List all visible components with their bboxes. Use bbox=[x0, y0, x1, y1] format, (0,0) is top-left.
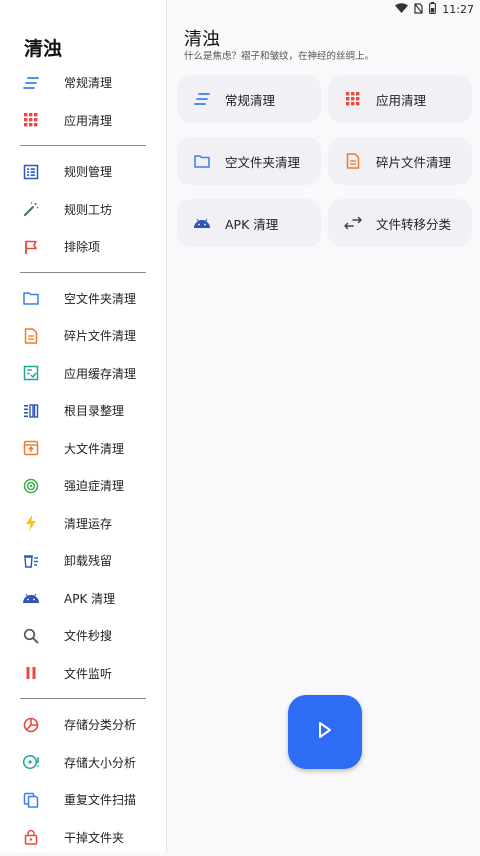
android-icon bbox=[193, 214, 211, 232]
drawer-item-label: 文件秒搜 bbox=[64, 627, 112, 644]
grid-icon bbox=[22, 111, 40, 129]
drawer-item[interactable]: 根目录整理 bbox=[0, 392, 166, 430]
flag-icon bbox=[22, 238, 40, 256]
drawer-item[interactable]: 卸载残留 bbox=[0, 542, 166, 580]
drawer-item-label: 应用清理 bbox=[64, 112, 112, 129]
drawer-item[interactable]: 文件监听 bbox=[0, 655, 166, 693]
search-icon bbox=[22, 627, 40, 645]
card-label: 文件转移分类 bbox=[376, 214, 451, 233]
list-icon bbox=[22, 163, 40, 181]
drawer-item-label: 常规清理 bbox=[64, 74, 112, 91]
drawer-item[interactable]: 碎片文件清理 bbox=[0, 317, 166, 355]
drawer-item[interactable]: 重复文件扫描 bbox=[0, 781, 166, 819]
card-label: APK 清理 bbox=[225, 214, 278, 233]
drawer-item[interactable]: 规则工坊 bbox=[0, 191, 166, 229]
menu-divider bbox=[20, 272, 146, 273]
copy-icon bbox=[22, 791, 40, 809]
menu-divider bbox=[20, 145, 146, 146]
drawer-item[interactable]: 排除项 bbox=[0, 228, 166, 266]
drawer-item[interactable]: 常规清理 bbox=[0, 64, 166, 102]
drawer-item-label: 规则管理 bbox=[64, 163, 112, 180]
drawer-item-label: 根目录整理 bbox=[64, 402, 124, 419]
lines-icon bbox=[193, 90, 211, 108]
bolt-icon bbox=[22, 514, 40, 532]
drawer-item-label: 强迫症清理 bbox=[64, 477, 124, 494]
archive-icon bbox=[22, 439, 40, 457]
drawer-item-label: 存储大小分析 bbox=[64, 754, 136, 771]
card-label: 空文件夹清理 bbox=[225, 152, 300, 171]
page-subtitle: 什么是焦虑？褶子和皱纹，在神经的丝绸上。 bbox=[184, 48, 374, 62]
card-apk-clean[interactable]: APK 清理 bbox=[177, 199, 321, 247]
drawer-item-label: 碎片文件清理 bbox=[64, 327, 136, 344]
drawer-item-label: 存储分类分析 bbox=[64, 716, 136, 733]
drawer-item[interactable]: 空文件夹清理 bbox=[0, 280, 166, 318]
drawer-item[interactable]: 应用缓存清理 bbox=[0, 355, 166, 393]
card-label: 应用清理 bbox=[376, 90, 426, 109]
folder-icon bbox=[22, 289, 40, 307]
drawer-item-label: 干掉文件夹 bbox=[64, 829, 124, 846]
drawer-item[interactable]: 规则管理 bbox=[0, 153, 166, 191]
radar-icon bbox=[22, 477, 40, 495]
drawer-menu: 常规清理应用清理规则管理规则工坊排除项空文件夹清理碎片文件清理应用缓存清理根目录… bbox=[0, 64, 166, 856]
drawer-item[interactable]: 大文件清理 bbox=[0, 430, 166, 468]
drawer-item[interactable]: 存储分类分析 bbox=[0, 706, 166, 744]
drawer-item-label: APK 清理 bbox=[64, 590, 115, 607]
card-label: 碎片文件清理 bbox=[376, 152, 451, 171]
drawer-item[interactable]: 清理运存 bbox=[0, 505, 166, 543]
drawer-item[interactable]: 存储大小分析 bbox=[0, 744, 166, 782]
navigation-drawer: 清浊 常规清理应用清理规则管理规则工坊排除项空文件夹清理碎片文件清理应用缓存清理… bbox=[0, 0, 167, 852]
drawer-item-label: 文件监听 bbox=[64, 665, 112, 682]
drawer-item-label: 重复文件扫描 bbox=[64, 791, 136, 808]
wand-icon bbox=[22, 200, 40, 218]
drawer-item[interactable]: APK 清理 bbox=[0, 580, 166, 618]
drawer-item[interactable]: 强迫症清理 bbox=[0, 467, 166, 505]
play-icon bbox=[317, 721, 333, 743]
drawer-item-label: 大文件清理 bbox=[64, 440, 124, 457]
drawer-item[interactable]: 文件秒搜 bbox=[0, 617, 166, 655]
lock-icon bbox=[22, 828, 40, 846]
document-icon bbox=[22, 327, 40, 345]
card-label: 常规清理 bbox=[225, 90, 275, 109]
grid-icon bbox=[344, 90, 362, 108]
card-fragment-file-clean[interactable]: 碎片文件清理 bbox=[328, 137, 472, 185]
drawer-item[interactable]: 干掉文件夹 bbox=[0, 819, 166, 856]
drawer-title: 清浊 bbox=[24, 34, 62, 61]
card-app-clean[interactable]: 应用清理 bbox=[328, 75, 472, 123]
transfer-icon bbox=[344, 214, 362, 232]
pause-icon bbox=[22, 664, 40, 682]
drawer-item-label: 排除项 bbox=[64, 238, 100, 255]
drawer-item-label: 空文件夹清理 bbox=[64, 290, 136, 307]
drawer-item-label: 应用缓存清理 bbox=[64, 365, 136, 382]
drawer-item-label: 卸载残留 bbox=[64, 552, 112, 569]
trash-list-icon bbox=[22, 552, 40, 570]
document-icon bbox=[344, 152, 362, 170]
menu-divider bbox=[20, 698, 146, 699]
folder-icon bbox=[193, 152, 211, 170]
columns-icon bbox=[22, 402, 40, 420]
card-empty-folder-clean[interactable]: 空文件夹清理 bbox=[177, 137, 321, 185]
checklist-icon bbox=[22, 364, 40, 382]
drawer-item[interactable]: 应用清理 bbox=[0, 102, 166, 140]
pie-icon bbox=[22, 716, 40, 734]
start-button[interactable] bbox=[288, 695, 362, 769]
android-icon bbox=[22, 589, 40, 607]
drawer-item-label: 清理运存 bbox=[64, 515, 112, 532]
card-file-transfer-sort[interactable]: 文件转移分类 bbox=[328, 199, 472, 247]
lines-icon bbox=[22, 74, 40, 92]
disc-icon bbox=[22, 753, 40, 771]
drawer-item-label: 规则工坊 bbox=[64, 201, 112, 218]
card-regular-clean[interactable]: 常规清理 bbox=[177, 75, 321, 123]
